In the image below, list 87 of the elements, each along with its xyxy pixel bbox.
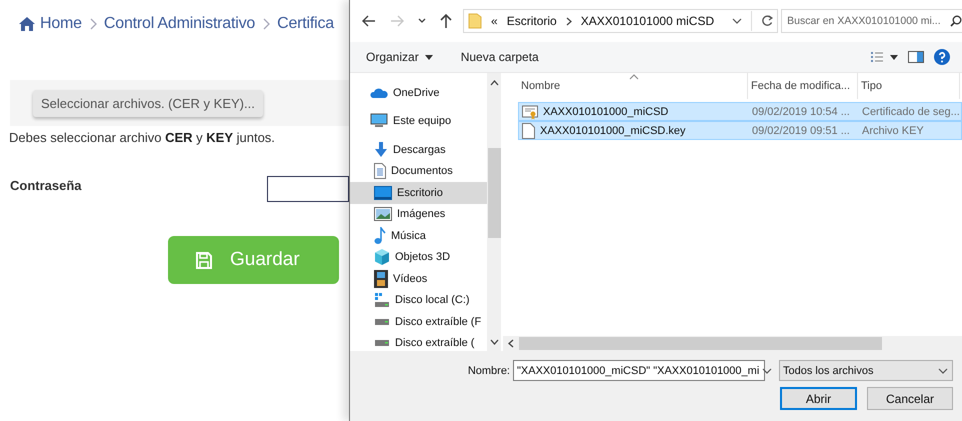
select-files-button[interactable]: Seleccionar archivos. (CER y KEY)...: [33, 90, 263, 116]
sidebar-item[interactable]: Descargas: [350, 139, 487, 160]
dropdown-icon: [418, 18, 426, 24]
back-arrow-icon: [362, 15, 376, 27]
scrollbar[interactable]: [503, 336, 962, 351]
caret-icon: [424, 54, 433, 60]
picture-icon: [374, 207, 392, 222]
dropdown-icon: [938, 368, 948, 374]
command-button[interactable]: Nueva carpeta: [460, 50, 539, 64]
file-type: Certificado de seg...: [861, 106, 961, 118]
cancel-button[interactable]: Cancelar: [867, 387, 953, 410]
sidebar-item[interactable]: Este equipo: [350, 110, 487, 132]
help-icon: [934, 49, 950, 65]
file-date: 09/02/2019 10:54 ...: [751, 106, 851, 118]
sidebar-item[interactable]: Escritorio: [350, 182, 487, 204]
chevron-icon: [262, 18, 270, 30]
folder-icon: [468, 13, 482, 29]
scroll-up-icon: [490, 80, 498, 86]
back-button[interactable]: [362, 15, 376, 27]
music-note-icon: [374, 226, 386, 245]
sidebar-item[interactable]: Disco extraíble (F: [350, 311, 487, 332]
scroll-down-icon: [490, 339, 498, 345]
search-icon: [950, 15, 962, 27]
chevron-icon: [566, 16, 572, 26]
dropdown-icon: [762, 368, 772, 374]
download-icon: [374, 142, 388, 158]
dropdown-icon: [732, 18, 742, 24]
sidebar-item[interactable]: Documentos: [350, 160, 487, 182]
column-header[interactable]: Nombre: [518, 73, 748, 99]
breadcrumb-link[interactable]: Control Administrativo: [104, 15, 256, 33]
up-arrow-icon: [440, 14, 452, 28]
file-icon: [522, 122, 535, 138]
password-label: Contraseña: [10, 178, 83, 192]
document-icon: [374, 163, 386, 180]
sidebar-item[interactable]: Imágenes: [350, 204, 487, 225]
column-header[interactable]: Tipo: [858, 73, 960, 99]
monitor-icon: [370, 113, 388, 130]
view-icon: [870, 51, 884, 63]
breadcrumb-link[interactable]: Certifica: [277, 15, 334, 33]
home-icon: [19, 17, 35, 31]
file-type-dropdown[interactable]: Todos los archivos: [779, 360, 953, 381]
hint-text: Debes seleccionar archivo CER y KEY juntos.: [9, 130, 275, 145]
file-row[interactable]: XAXX010101000_miCSD.key 09/02/2019 09:51 ... Archivo KEY: [518, 121, 962, 140]
film-icon: [374, 270, 388, 288]
certificate-icon: [522, 104, 538, 120]
file-row[interactable]: XAXX010101000_miCSD 09/02/2019 10:54 ... Certificado de seg...: [518, 102, 962, 121]
sidebar-item[interactable]: Disco local (C:): [350, 290, 487, 311]
sidebar-item[interactable]: OneDrive: [350, 82, 487, 104]
sidebar-item[interactable]: Objetos 3D: [350, 246, 487, 268]
sidebar-item[interactable]: Vídeos: [350, 268, 487, 290]
help-button[interactable]: [934, 49, 950, 65]
refresh-icon: [761, 15, 774, 27]
cloud-icon: [370, 86, 388, 99]
file-name: XAXX010101000_miCSD.key: [540, 124, 686, 136]
drive-icon: [374, 318, 390, 326]
scrollbar[interactable]: [487, 73, 501, 351]
chevron-icon: [88, 18, 97, 30]
preview-pane-icon: [908, 51, 924, 63]
breadcrumb-link[interactable]: Home: [19, 15, 82, 33]
overflow-mark: «: [491, 14, 498, 28]
password-field[interactable]: [267, 176, 349, 202]
scroll-left-icon: [508, 339, 514, 348]
address-bar[interactable]: « Escritorio XAXX010101000 miCSD: [463, 9, 778, 33]
sidebar-item[interactable]: Música: [350, 225, 487, 246]
file-type: Archivo KEY: [861, 124, 925, 136]
file-name: XAXX010101000_miCSD: [543, 106, 668, 118]
caret-icon: [890, 54, 898, 60]
preview-pane-button[interactable]: [908, 51, 924, 63]
command-button[interactable]: Organizar: [366, 50, 433, 64]
save-icon: [196, 252, 212, 268]
desktop-icon: [374, 186, 392, 200]
filename-label: Nombre:: [468, 364, 510, 376]
up-button[interactable]: [440, 14, 452, 28]
view-options-button[interactable]: [870, 51, 898, 63]
drive-icon: [374, 339, 390, 348]
search-field[interactable]: Buscar en XAXX010101000 mi...: [781, 9, 962, 33]
forward-arrow-icon: [390, 15, 404, 27]
address-segment[interactable]: XAXX010101000 miCSD: [580, 14, 714, 28]
sidebar-item[interactable]: Disco extraíble (: [350, 332, 487, 354]
open-button[interactable]: Abrir: [780, 387, 857, 410]
file-date: 09/02/2019 09:51 ...: [751, 124, 851, 136]
sort-caret-icon: [629, 74, 639, 80]
cube-icon: [374, 248, 390, 266]
column-header[interactable]: Fecha de modifica...: [748, 73, 858, 99]
address-segment[interactable]: Escritorio: [506, 14, 557, 28]
drive-icon: [374, 292, 390, 308]
recent-locations-button[interactable]: [418, 18, 426, 24]
